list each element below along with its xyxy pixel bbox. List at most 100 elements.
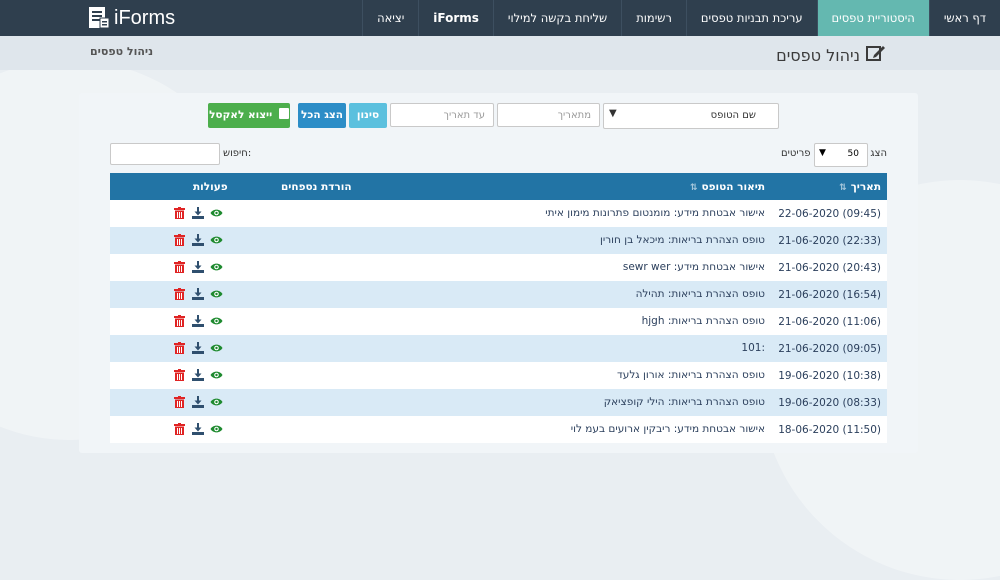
export-excel-button[interactable]: ייצוא לאקסל (208, 103, 290, 128)
row-actions (174, 234, 223, 246)
table-row: 21-06-2020 (20:43) אישור אבטחת מידע: sewr… (110, 254, 887, 281)
row-date: 19-06-2020 (10:38) (778, 370, 881, 382)
eye-icon[interactable] (210, 315, 223, 327)
eye-icon[interactable] (210, 234, 223, 246)
top-navbar: iForms דף ראשי היסטוריית טפסים עריכת תבניו… (0, 0, 1000, 36)
row-actions (174, 396, 223, 408)
row-date: 22-06-2020 (09:45) (778, 208, 881, 220)
row-actions (174, 342, 223, 354)
trash-icon[interactable] (174, 315, 186, 327)
breadcrumb: ניהול טפסים (90, 45, 154, 58)
row-date: 21-06-2020 (09:05) (778, 343, 881, 355)
table-row: 18-06-2020 (11:50) אישור אבטחת מידע: ריבק… (110, 416, 887, 443)
trash-icon[interactable] (174, 288, 186, 300)
row-description: טופס הצהרת בריאות: hjgh (641, 315, 765, 327)
nav-item-4[interactable]: שליחת בקשה למילוי (492, 0, 621, 36)
show-label: הצג (870, 148, 887, 159)
row-description: אישור אבטחת מידע: מומנטום פתרונות מימון … (545, 207, 765, 219)
row-date: 21-06-2020 (11:06) (778, 316, 881, 328)
row-description: טופס הצהרת בריאות: אורון גלעד (617, 369, 765, 381)
sort-icon: ⇅ (689, 183, 698, 193)
eye-icon[interactable] (210, 207, 223, 219)
eye-icon[interactable] (210, 423, 223, 435)
row-actions (174, 369, 223, 381)
download-icon[interactable] (192, 423, 204, 435)
nav-item-5[interactable]: iForms (418, 0, 493, 36)
search-input[interactable] (110, 143, 220, 165)
download-icon[interactable] (192, 396, 204, 408)
table-row: 21-06-2020 (16:54) טופס הצהרת בריאות: תהי… (110, 281, 887, 308)
trash-icon[interactable] (174, 423, 186, 435)
nav-item-1[interactable]: היסטוריית טפסים (816, 0, 929, 36)
eye-icon[interactable] (210, 288, 223, 300)
row-date: 21-06-2020 (22:33) (778, 235, 881, 247)
table-row: 21-06-2020 (11:06) טופס הצהרת בריאות: hjg… (110, 308, 887, 335)
table-header: ⇅ תאריך ⇅ תיאור הטופס הורדת נספחים פעולות (110, 173, 887, 200)
trash-icon[interactable] (174, 234, 186, 246)
row-date: 21-06-2020 (16:54) (778, 289, 881, 301)
filter-button[interactable]: סינון (349, 103, 387, 128)
rows-label: פריטים (781, 148, 811, 159)
download-icon[interactable] (192, 234, 204, 246)
page-length-value: 50 (847, 149, 859, 159)
page-title: ניהול טפסים (776, 44, 886, 66)
table-row: 19-06-2020 (10:38) טופס הצהרת בריאות: אור… (110, 362, 887, 389)
table-row: 21-06-2020 (09:05) :101 (110, 335, 887, 362)
row-actions (174, 315, 223, 327)
search-label: חיפוש: (223, 148, 252, 159)
download-icon[interactable] (192, 288, 204, 300)
download-icon[interactable] (192, 207, 204, 219)
row-actions (174, 423, 223, 435)
show-all-button[interactable]: הצג הכל (298, 103, 346, 128)
table-row: 19-06-2020 (08:33) טופס הצהרת בריאות: היל… (110, 389, 887, 416)
page-length-select[interactable]: 50 ▼ (814, 143, 868, 167)
trash-icon[interactable] (174, 369, 186, 381)
eye-icon[interactable] (210, 342, 223, 354)
excel-icon (278, 108, 289, 119)
column-attachments: הורדת נספחים (281, 181, 352, 193)
edit-icon (866, 44, 886, 66)
row-description: טופס הצהרת בריאות: מיכאל בן חורין (600, 234, 765, 246)
nav-item-0[interactable]: דף ראשי (928, 0, 1000, 36)
trash-icon[interactable] (174, 261, 186, 273)
column-desc[interactable]: ⇅ תיאור הטופס (690, 181, 765, 193)
sort-icon: ⇅ (839, 183, 847, 193)
trash-icon[interactable] (174, 342, 186, 354)
column-actions: פעולות (193, 181, 228, 193)
page-title-text: ניהול טפסים (776, 45, 860, 65)
eye-icon[interactable] (210, 396, 223, 408)
from-date-placeholder: מתאריך (557, 110, 591, 121)
from-date-input[interactable]: מתאריך (497, 103, 600, 127)
row-actions (174, 261, 223, 273)
form-logo-icon (88, 6, 110, 30)
row-date: 19-06-2020 (08:33) (778, 397, 881, 409)
download-icon[interactable] (192, 342, 204, 354)
row-date: 21-06-2020 (20:43) (778, 262, 881, 274)
trash-icon[interactable] (174, 207, 186, 219)
table-row: 21-06-2020 (22:33) טופס הצהרת בריאות: מיכ… (110, 227, 887, 254)
row-actions (174, 288, 223, 300)
download-icon[interactable] (192, 369, 204, 381)
to-date-input[interactable]: עד תאריך (390, 103, 494, 127)
nav-item-3[interactable]: רשימות (621, 0, 686, 36)
nav-item-6[interactable]: יציאה (362, 0, 418, 36)
eye-icon[interactable] (210, 261, 223, 273)
download-icon[interactable] (192, 261, 204, 273)
trash-icon[interactable] (174, 396, 186, 408)
table-row: 22-06-2020 (09:45) אישור אבטחת מידע: מומנ… (110, 200, 887, 227)
nav-menu: דף ראשי היסטוריית טפסים עריכת תבניות טפסים… (362, 0, 1000, 36)
nav-item-2[interactable]: עריכת תבניות טפסים (685, 0, 817, 36)
eye-icon[interactable] (210, 369, 223, 381)
brand-logo[interactable]: iForms (88, 4, 175, 32)
download-icon[interactable] (192, 315, 204, 327)
export-excel-label: ייצוא לאקסל (209, 109, 273, 121)
row-description: אישור אבטחת מידע: ריבקין ארועים בעמ לוי (570, 423, 765, 435)
row-actions (174, 207, 223, 219)
table-body: 22-06-2020 (09:45) אישור אבטחת מידע: מומנ… (110, 200, 887, 443)
row-description: :101 (741, 342, 765, 354)
column-desc-label: תיאור הטופס (701, 181, 765, 193)
column-date-label: תאריך (850, 181, 881, 193)
row-description: טופס הצהרת בריאות: תהילה (635, 288, 765, 300)
form-name-select[interactable]: שם הטופס ▼ (603, 103, 779, 129)
column-date[interactable]: ⇅ תאריך (839, 181, 881, 193)
